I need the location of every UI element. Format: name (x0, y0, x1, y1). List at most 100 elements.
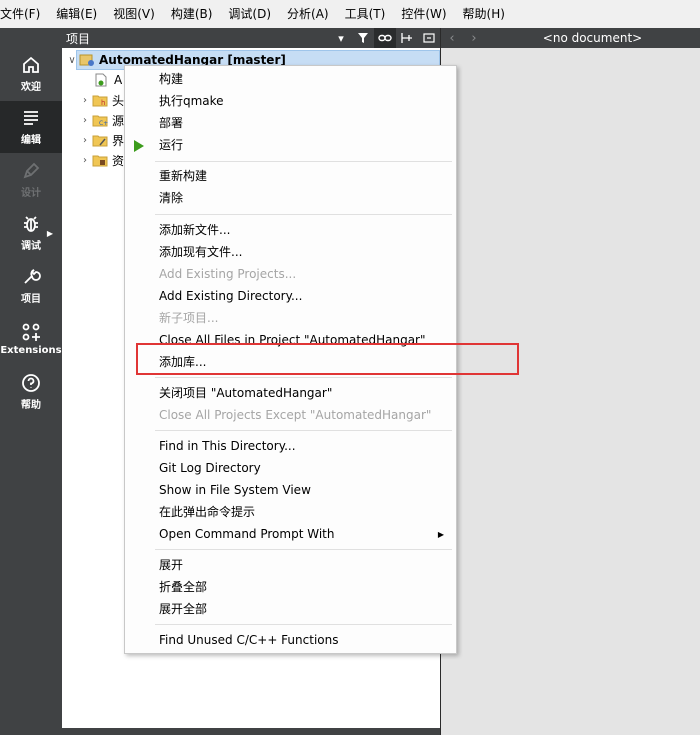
menu-help[interactable]: 帮助(H) (455, 0, 513, 28)
menu-item-expand[interactable]: 展开 (159, 555, 183, 575)
mode-welcome-label: 欢迎 (21, 82, 41, 93)
close-pane-icon[interactable] (418, 28, 440, 48)
project-icon (79, 53, 95, 67)
menu-item-find-in-directory[interactable]: Find in This Directory... (159, 436, 296, 456)
project-pane-footer (62, 728, 440, 735)
menu-item-git-log-directory[interactable]: Git Log Directory (159, 458, 261, 478)
editor-area (441, 48, 700, 735)
menu-edit[interactable]: 编辑(E) (48, 0, 105, 28)
menu-item-deploy[interactable]: 部署 (159, 113, 183, 133)
document-selector[interactable]: <no document> (485, 31, 700, 45)
tree-item-forms[interactable]: › 界 (78, 130, 124, 150)
menu-item-add-existing-files[interactable]: 添加现有文件... (159, 242, 242, 262)
link-with-editor-icon[interactable] (374, 28, 396, 48)
folder-headers-icon: h (92, 93, 108, 107)
menu-file[interactable]: 文件(F) (0, 0, 48, 28)
split-icon[interactable] (396, 28, 418, 48)
menu-separator (155, 549, 452, 550)
tree-item-file[interactable]: A (94, 70, 122, 90)
collapse-chevron-icon[interactable]: ∨ (65, 55, 79, 66)
pen-icon (23, 162, 40, 179)
menu-item-rebuild[interactable]: 重新构建 (159, 166, 207, 186)
debug-expand-arrow-icon[interactable]: ▶ (47, 229, 53, 238)
mode-welcome[interactable]: 欢迎 (0, 48, 62, 100)
menu-separator (155, 430, 452, 431)
menu-item-show-in-file-system[interactable]: Show in File System View (159, 480, 311, 500)
menu-item-open-cmd-with[interactable]: Open Command Prompt With (159, 524, 334, 544)
menu-build[interactable]: 构建(B) (163, 0, 221, 28)
svg-text:h: h (101, 99, 105, 107)
help-icon (22, 374, 40, 392)
submenu-arrow-icon: ▶ (437, 530, 444, 539)
menu-item-add-new-file[interactable]: 添加新文件... (159, 220, 230, 240)
mode-edit-label: 编辑 (21, 135, 41, 146)
mode-help[interactable]: 帮助 (0, 366, 62, 418)
menu-item-new-subproject[interactable]: 新子项目... (159, 308, 218, 328)
edit-lines-icon (24, 111, 38, 125)
tree-item-file-label: A (114, 73, 123, 87)
menu-view[interactable]: 视图(V) (105, 0, 163, 28)
menu-item-close-project[interactable]: 关闭项目 "AutomatedHangar" (159, 383, 332, 403)
menu-item-find-unused-functions[interactable]: Find Unused C/C++ Functions (159, 630, 338, 650)
mode-sidebar: 欢迎 编辑 设计 调试 ▶ 项目 Extensions 帮助 (0, 28, 62, 735)
menu-separator (155, 624, 452, 625)
folder-resources-icon (92, 153, 108, 167)
mode-projects[interactable]: 项目 (0, 260, 62, 312)
back-arrow-icon[interactable]: ‹ (441, 31, 463, 46)
menu-item-build[interactable]: 构建 (159, 69, 183, 89)
mode-design-label: 设计 (21, 188, 41, 199)
tree-item-resources[interactable]: › 资 (78, 150, 124, 170)
menu-separator (155, 161, 452, 162)
folder-sources-icon: C+ (92, 113, 108, 127)
bug-icon (24, 216, 38, 232)
tree-item-resources-label: 资 (112, 153, 125, 168)
tree-item-headers-label: 头 (112, 93, 125, 108)
tree-item-headers[interactable]: › h 头 (78, 90, 124, 110)
menu-widgets[interactable]: 控件(W) (393, 0, 454, 28)
menu-item-open-terminal[interactable]: 在此弹出命令提示 (159, 502, 255, 522)
filter-icon[interactable] (352, 28, 374, 48)
menu-tools[interactable]: 工具(T) (337, 0, 394, 28)
tree-item-sources-label: 源 (112, 113, 125, 128)
menu-item-close-all-except[interactable]: Close All Projects Except "AutomatedHang… (159, 405, 431, 425)
expand-chevron-icon[interactable]: › (78, 135, 92, 146)
mode-edit[interactable]: 编辑 (0, 101, 62, 153)
menu-separator (155, 214, 452, 215)
mode-debug[interactable]: 调试 ▶ (0, 207, 62, 259)
extensions-icon (22, 323, 40, 341)
menu-debug[interactable]: 调试(D) (220, 0, 279, 28)
project-pane-header: 项目 ▾ (62, 28, 440, 48)
menubar: 文件(F) 编辑(E) 视图(V) 构建(B) 调试(D) 分析(A) 工具(T… (0, 0, 700, 29)
mode-projects-label: 项目 (21, 294, 41, 305)
folder-forms-icon (92, 133, 108, 147)
forward-arrow-icon[interactable]: › (463, 31, 485, 46)
expand-chevron-icon[interactable]: › (78, 155, 92, 166)
menu-item-clean[interactable]: 清除 (159, 188, 183, 208)
home-icon (23, 56, 39, 73)
editor-toolbar: ‹ › <no document> (441, 28, 700, 48)
mode-help-label: 帮助 (21, 400, 41, 411)
expand-chevron-icon[interactable]: › (78, 115, 92, 126)
project-pane-title: 项目 (66, 31, 91, 46)
mode-extensions-label: Extensions (0, 345, 62, 356)
mode-debug-label: 调试 (21, 241, 41, 252)
menu-item-run[interactable]: 运行 (159, 135, 183, 155)
wrench-icon (24, 269, 41, 284)
menu-item-collapse-all[interactable]: 折叠全部 (159, 577, 207, 597)
menu-item-expand-all[interactable]: 展开全部 (159, 599, 207, 619)
tree-item-forms-label: 界 (112, 133, 125, 148)
mode-extensions[interactable]: Extensions (0, 313, 62, 365)
menu-item-add-existing-directory[interactable]: Add Existing Directory... (159, 286, 302, 306)
tree-item-sources[interactable]: › C+ 源 (78, 110, 124, 130)
menu-separator (155, 377, 452, 378)
svg-text:C+: C+ (99, 120, 108, 127)
expand-chevron-icon[interactable]: › (78, 95, 92, 106)
menu-analyze[interactable]: 分析(A) (279, 0, 337, 28)
view-dropdown-icon[interactable]: ▾ (330, 28, 352, 48)
run-play-icon (134, 140, 144, 152)
menu-item-run-qmake[interactable]: 执行qmake (159, 91, 224, 111)
highlight-box (136, 343, 519, 375)
pro-file-icon (94, 73, 110, 87)
menu-item-add-existing-projects[interactable]: Add Existing Projects... (159, 264, 296, 284)
mode-design[interactable]: 设计 (0, 154, 62, 206)
